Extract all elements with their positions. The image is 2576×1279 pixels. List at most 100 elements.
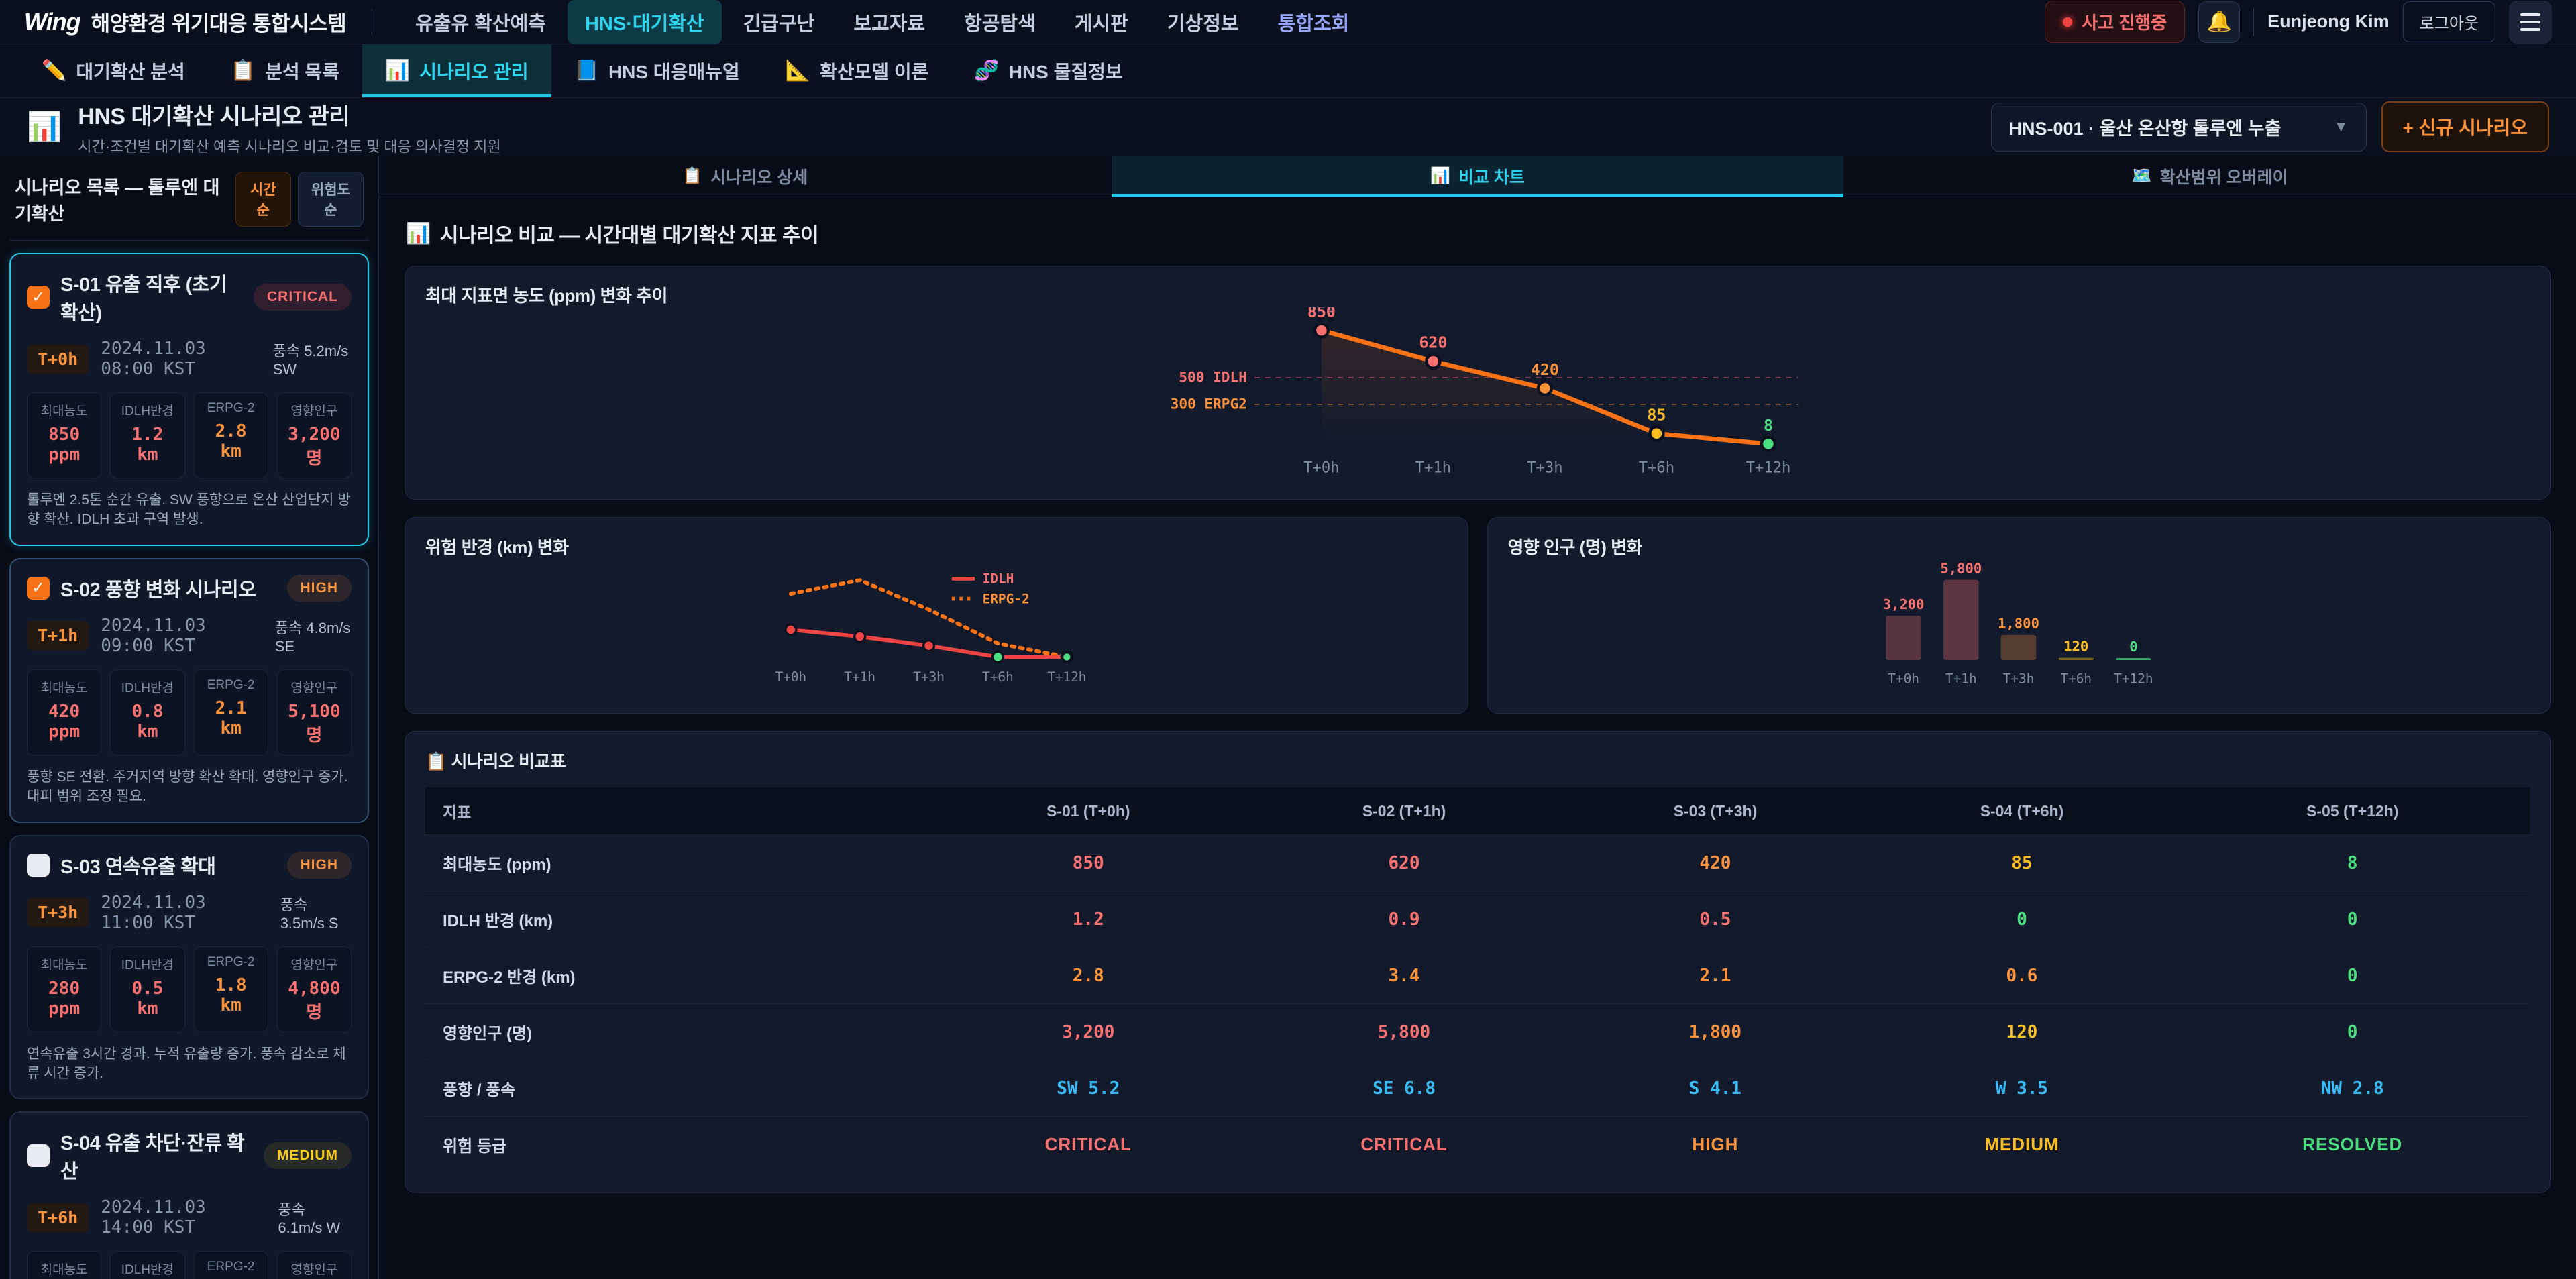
metric-box: 최대농도420 ppm (27, 669, 101, 755)
scenario-checkbox[interactable] (27, 854, 50, 877)
row-label: 풍향 / 풍속 (425, 1060, 930, 1117)
metric-box: IDLH반경0.8 km (110, 669, 184, 755)
nav-item-aerial-search[interactable]: 항공탐색 (947, 0, 1053, 44)
scenario-datetime: 2024.11.03 08:00 KST (101, 339, 260, 379)
metric-label: ERPG-2 (200, 678, 262, 693)
tab-diffusion-overlay[interactable]: 🗺️ 확산범위 오버레이 (1843, 156, 2576, 197)
scenario-card[interactable]: S-03 연속유출 확대 HIGH T+3h 2024.11.03 11:00 … (9, 835, 369, 1100)
top-nav: Wing 해양환경 위기대응 통합시스템 유출유 확산예측 HNS·대기확산 긴… (0, 0, 2576, 44)
metric-value: 5,100명 (283, 702, 345, 746)
metric-value: 4,800명 (283, 979, 345, 1023)
bar-chart-icon: 📊 (1430, 166, 1450, 186)
bar-chart-icon: 📊 (406, 222, 431, 245)
metric-grid: 최대농도85 ppmIDLH반경–ERPG-20.4 km영향인구1,200명 (27, 1251, 352, 1279)
table-cell: 0 (2175, 891, 2530, 948)
svg-text:85: 85 (1647, 406, 1666, 424)
table-cell: 85 (1868, 835, 2175, 891)
table-cell: 2.8 (930, 948, 1246, 1004)
population-chart-title: 영향 인구 (명) 변화 (1508, 534, 2530, 559)
comparison-table-title-text: 시나리오 비교표 (451, 751, 566, 771)
scenario-datetime: 2024.11.03 14:00 KST (101, 1197, 266, 1237)
scenario-checkbox[interactable] (27, 1144, 50, 1167)
nav-item-weather[interactable]: 기상정보 (1150, 0, 1256, 44)
sub-tab-bar: ✏️ 대기확산 분석 📋 분석 목록 📊 시나리오 관리 📘 HNS 대응매뉴얼… (0, 44, 2576, 98)
svg-text:T+1h: T+1h (844, 669, 875, 685)
bar-chart-icon: 📊 (385, 59, 410, 82)
tab-scenario-management[interactable]: 📊 시나리오 관리 (362, 44, 551, 97)
nav-item-rescue[interactable]: 긴급구난 (726, 0, 833, 44)
svg-text:T+3h: T+3h (2003, 671, 2035, 686)
comparison-table-title: 📋 시나리오 비교표 (425, 748, 2530, 773)
svg-text:T+6h: T+6h (2061, 671, 2092, 686)
nav-item-reports[interactable]: 보고자료 (836, 0, 943, 44)
logout-button[interactable]: 로그아웃 (2403, 1, 2496, 42)
scenario-card[interactable]: ✓ S-01 유출 직후 (초기 확산) CRITICAL T+0h 2024.… (9, 253, 369, 546)
table-cell: S 4.1 (1562, 1060, 1868, 1117)
time-offset-chip: T+0h (27, 345, 89, 374)
metric-box: IDLH반경0.5 km (110, 946, 184, 1032)
metric-box: ERPG-21.8 km (194, 946, 268, 1032)
main-content: 📋 시나리오 상세 📊 비교 차트 🗺️ 확산범위 오버레이 📊 시나리오 비교… (379, 156, 2576, 1279)
tab-hns-substance-info[interactable]: 🧬 HNS 물질정보 (951, 44, 1145, 97)
scenario-card[interactable]: ✓ S-02 풍향 변화 시나리오 HIGH T+1h 2024.11.03 0… (9, 558, 369, 823)
severity-badge: CRITICAL (254, 284, 352, 311)
tab-scenario-detail[interactable]: 📋 시나리오 상세 (379, 156, 1112, 197)
triangle-ruler-icon: 📐 (786, 59, 810, 82)
sort-by-time-button[interactable]: 시간순 (235, 172, 291, 227)
table-row: IDLH 반경 (km)1.20.90.500 (425, 891, 2530, 948)
chevron-down-icon: ▼ (2334, 118, 2349, 135)
tab-label: 시나리오 관리 (419, 58, 528, 85)
table-cell: 0 (1868, 891, 2175, 948)
comparison-table-panel: 📋 시나리오 비교표 지표S-01 (T+0h)S-02 (T+1h)S-03 … (405, 731, 2551, 1193)
table-cell: 620 (1246, 835, 1562, 891)
table-cell: NW 2.8 (2175, 1060, 2530, 1117)
svg-text:T+12h: T+12h (1047, 669, 1086, 685)
nav-item-oil-spill[interactable]: 유출유 확산예측 (398, 0, 564, 44)
svg-text:T+1h: T+1h (1945, 671, 1977, 686)
svg-text:T+12h: T+12h (2114, 671, 2153, 686)
tab-analysis-list[interactable]: 📋 분석 목록 (208, 44, 362, 97)
metric-box: 최대농도850 ppm (27, 392, 101, 478)
metric-value: 420 ppm (33, 702, 95, 742)
metric-label: IDLH반경 (116, 401, 178, 419)
page-title: HNS 대기확산 시나리오 관리 (78, 98, 500, 131)
hamburger-menu-icon[interactable] (2509, 1, 2552, 44)
table-row: 영향인구 (명)3,2005,8001,8001200 (425, 1004, 2530, 1060)
page-header: 📊 HNS 대기확산 시나리오 관리 시간·조건별 대기확산 예측 시나리오 비… (0, 98, 2576, 156)
table-cell: 3.4 (1246, 948, 1562, 1004)
nav-item-integrated-search[interactable]: 통합조회 (1260, 0, 1367, 44)
scenario-card[interactable]: S-04 유출 차단·잔류 확산 MEDIUM T+6h 2024.11.03 … (9, 1111, 369, 1279)
metric-value: 3,200명 (283, 425, 345, 469)
table-cell: RESOLVED (2175, 1117, 2530, 1173)
table-cell: W 3.5 (1868, 1060, 2175, 1117)
table-cell: 0 (2175, 1004, 2530, 1060)
table-cell: SW 5.2 (930, 1060, 1246, 1117)
tab-hns-manual[interactable]: 📘 HNS 대응매뉴얼 (551, 44, 763, 97)
new-scenario-button[interactable]: + 신규 시나리오 (2381, 101, 2549, 152)
nav-item-board[interactable]: 게시판 (1057, 0, 1146, 44)
metric-label: ERPG-2 (200, 1260, 262, 1274)
notification-button[interactable]: 🔔 (2198, 1, 2240, 43)
scenario-checkbox[interactable]: ✓ (27, 577, 50, 600)
severity-badge: HIGH (287, 852, 352, 879)
metric-value: 2.8 km (200, 421, 262, 461)
row-label: IDLH 반경 (km) (425, 891, 930, 948)
svg-text:T+12h: T+12h (1746, 459, 1790, 476)
svg-text:T+3h: T+3h (913, 669, 945, 685)
sort-by-risk-button[interactable]: 위험도순 (298, 172, 364, 227)
tab-diffusion-analysis[interactable]: ✏️ 대기확산 분석 (19, 44, 208, 97)
row-label: 최대농도 (ppm) (425, 835, 930, 891)
scenario-card-list: ✓ S-01 유출 직후 (초기 확산) CRITICAL T+0h 2024.… (9, 253, 369, 1279)
scenario-checkbox[interactable]: ✓ (27, 286, 50, 309)
incident-select[interactable]: HNS-001 · 울산 온산항 톨루엔 누출 ▼ (1991, 103, 2367, 152)
tab-model-theory[interactable]: 📐 확산모델 이론 (763, 44, 952, 97)
tab-comparison-chart[interactable]: 📊 비교 차트 (1112, 156, 1844, 197)
sidebar-title: 시나리오 목록 — 톨루엔 대기확산 (15, 173, 235, 225)
clipboard-icon: 📋 (231, 59, 256, 82)
svg-text:5,800: 5,800 (1941, 560, 1982, 576)
metric-box: IDLH반경1.2 km (110, 392, 184, 478)
table-cell: 3,200 (930, 1004, 1246, 1060)
nav-item-hns-diffusion[interactable]: HNS·대기확산 (568, 0, 722, 44)
svg-text:0: 0 (2129, 638, 2137, 655)
table-header: S-03 (T+3h) (1562, 787, 1868, 835)
